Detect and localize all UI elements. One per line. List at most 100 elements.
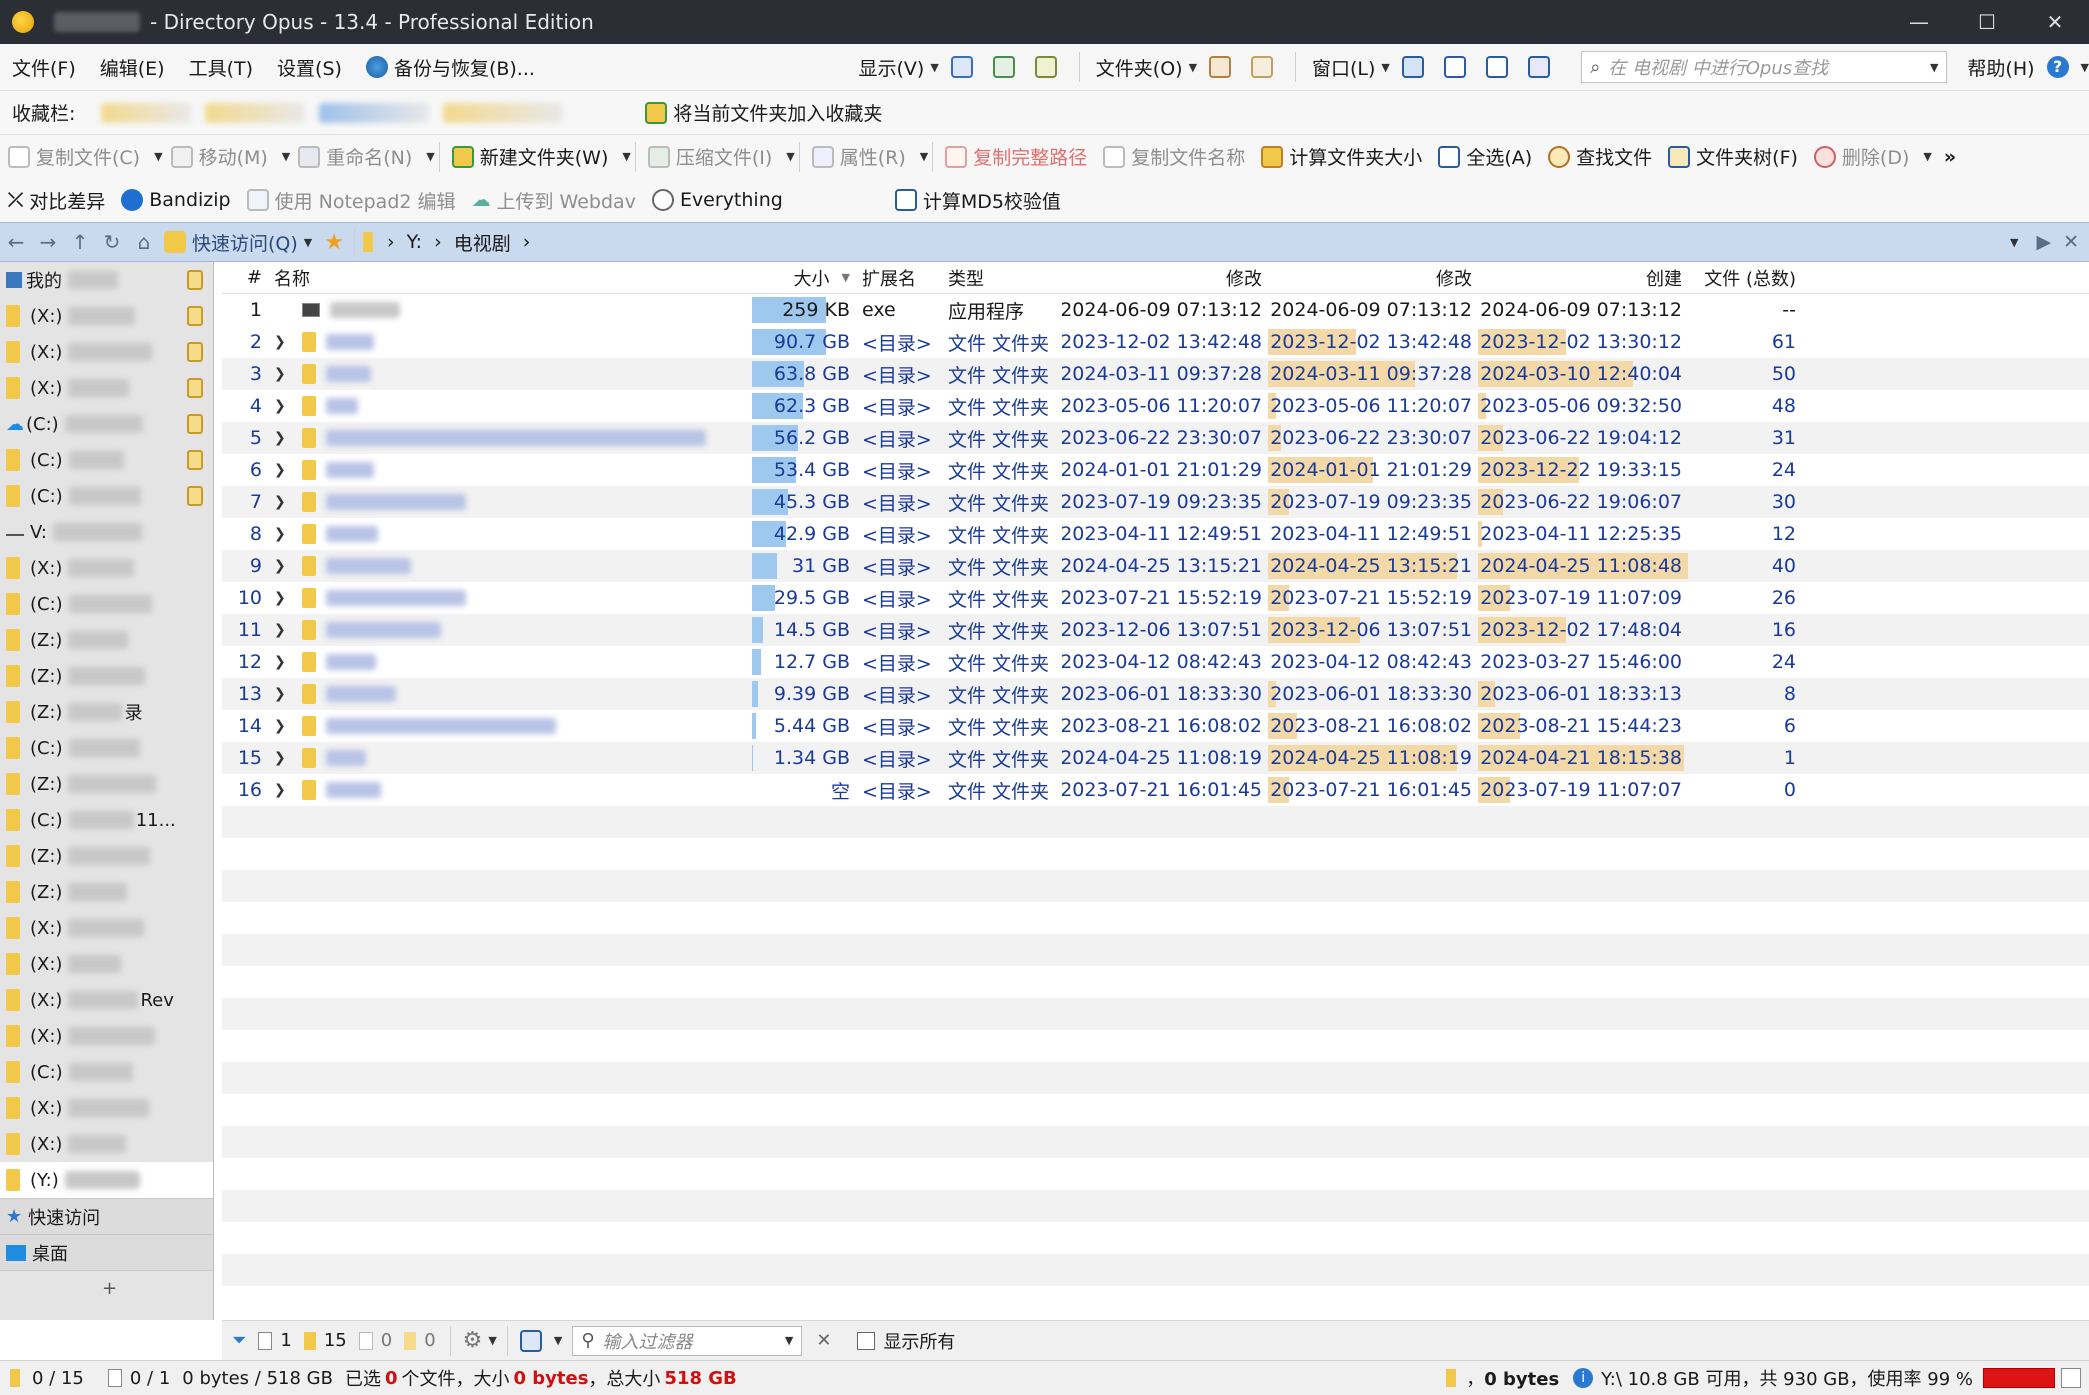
sidebar-item-drive[interactable]: (X:): [0, 946, 213, 982]
add-favorite-button[interactable]: 将当前文件夹加入收藏夹: [637, 91, 890, 135]
help-icon[interactable]: ?: [2046, 56, 2069, 78]
resize-grip-icon[interactable]: [2061, 1368, 2081, 1388]
delete-button[interactable]: 删除(D): [1806, 135, 1917, 179]
gear-icon[interactable]: ⚙: [463, 1328, 483, 1353]
breadcrumb-chevron[interactable]: ›: [387, 231, 395, 253]
sidebar-item-drive[interactable]: (X:): [0, 334, 213, 370]
menu-settings[interactable]: 设置(S): [265, 44, 354, 90]
sidebar-item-drive[interactable]: (X:): [0, 1090, 213, 1126]
expand-toggle[interactable]: [268, 294, 292, 326]
col-header-modified[interactable]: 修改: [1062, 262, 1268, 293]
expand-toggle[interactable]: ❯: [268, 742, 292, 774]
expand-toggle[interactable]: ❯: [268, 582, 292, 614]
menu-display[interactable]: 显示(V) ▼: [847, 44, 951, 90]
sidebar-item-drive[interactable]: (C:): [0, 730, 213, 766]
sidebar-item-drive[interactable]: (C:) 11...: [0, 802, 213, 838]
bandizip-button[interactable]: Bandizip: [113, 178, 238, 222]
sidebar-item-drive[interactable]: V:: [0, 514, 213, 550]
everything-button[interactable]: Everything: [644, 178, 791, 222]
expand-toggle[interactable]: ❯: [268, 678, 292, 710]
sidebar-item-drive[interactable]: (C:): [0, 442, 213, 478]
breadcrumb-chevron[interactable]: ›: [434, 231, 442, 253]
layout-2-icon[interactable]: [1443, 56, 1466, 78]
forward-arrow-icon[interactable]: →: [32, 223, 64, 261]
expand-toggle[interactable]: ❯: [268, 550, 292, 582]
filter-icon[interactable]: ⏷: [232, 1330, 246, 1351]
sidebar-item-drive[interactable]: (Z:): [0, 658, 213, 694]
webdav-button[interactable]: ☁ 上传到 Webdav: [464, 178, 644, 222]
sidebar-item-drive[interactable]: (C:): [0, 478, 213, 514]
chevron-down-icon[interactable]: ▼: [488, 1334, 496, 1347]
folder-tree-button[interactable]: 文件夹树(F): [1660, 135, 1806, 179]
sidebar-item-drive[interactable]: (X:): [0, 550, 213, 586]
star-icon[interactable]: ★: [324, 230, 344, 255]
sidebar-item-drive[interactable]: (Z:) 录: [0, 694, 213, 730]
chevron-down-icon[interactable]: ▼: [2081, 61, 2089, 74]
chevron-down-icon[interactable]: ▼: [154, 150, 162, 163]
menu-help[interactable]: 帮助(H): [1955, 44, 2046, 90]
select-all-button[interactable]: 全选(A): [1430, 135, 1540, 179]
maximize-button[interactable]: ☐: [1953, 0, 2021, 44]
file-row[interactable]: 2 ❯ 90.7 GB <目录> 文件 文件夹 2023-12-02 13:42:48 20…: [222, 326, 2089, 358]
dual-horizontal-icon[interactable]: [1209, 56, 1232, 78]
col-header-modified-age[interactable]: 修改: [1268, 262, 1478, 293]
expand-toggle[interactable]: ❯: [268, 710, 292, 742]
sidebar-item-drive[interactable]: (X:): [0, 298, 213, 334]
expand-toggle[interactable]: ❯: [268, 774, 292, 806]
menu-folder[interactable]: 文件夹(O) ▼: [1084, 44, 1209, 90]
file-row[interactable]: 4 ❯ 62.3 GB <目录> 文件 文件夹 2023-05-06 11:20:07 20…: [222, 390, 2089, 422]
favorite-item[interactable]: [443, 102, 564, 123]
layout-3-icon[interactable]: [1485, 56, 1508, 78]
file-row[interactable]: 7 ❯ 45.3 GB <目录> 文件 文件夹 2023-07-19 09:23:35 20…: [222, 486, 2089, 518]
up-arrow-icon[interactable]: ↑: [64, 223, 96, 261]
view-mode-icon[interactable]: [519, 1329, 542, 1352]
minimize-button[interactable]: —: [1885, 0, 1953, 44]
sidebar-item-drive[interactable]: (X:): [0, 910, 213, 946]
expand-toggle[interactable]: ❯: [268, 390, 292, 422]
col-header-size[interactable]: 大小 ▼: [752, 262, 856, 293]
file-row[interactable]: 5 ❯ 56.2 GB <目录> 文件 文件夹 2023-06-22 23:30:07 20…: [222, 422, 2089, 454]
new-folder-button[interactable]: 新建文件夹(W): [444, 135, 617, 179]
rename-button[interactable]: 重命名(N): [290, 135, 420, 179]
power-view-icon[interactable]: [992, 56, 1015, 78]
sidebar-item-drive[interactable]: (X:) Rev: [0, 982, 213, 1018]
expand-toggle[interactable]: ❯: [268, 454, 292, 486]
col-header-ext[interactable]: 扩展名: [856, 262, 942, 293]
sidebar-item-drive[interactable]: (X:): [0, 1018, 213, 1054]
thumbnails-view-icon[interactable]: [1034, 56, 1057, 78]
opus-search-input[interactable]: ⌕ 在 电视剧 中进行Opus查找 ▼: [1581, 51, 1948, 83]
file-row[interactable]: 15 ❯ 1.34 GB <目录> 文件 文件夹 2024-04-25 11:08:19 2…: [222, 742, 2089, 774]
expand-toggle[interactable]: ❯: [268, 358, 292, 390]
chevron-down-icon[interactable]: ▼: [282, 150, 290, 163]
breadcrumb-folder[interactable]: 电视剧: [454, 229, 511, 256]
show-all-checkbox[interactable]: [857, 1331, 876, 1350]
refresh-icon[interactable]: ↻: [96, 223, 128, 261]
file-row[interactable]: 6 ❯ 53.4 GB <目录> 文件 文件夹 2024-01-01 21:01:29 20…: [222, 454, 2089, 486]
file-row[interactable]: 12 ❯ 12.7 GB <目录> 文件 文件夹 2023-04-12 08:42:43 2…: [222, 646, 2089, 678]
sidebar-item-drive[interactable]: ☁ (C:): [0, 406, 213, 442]
sidebar-item-quick-access[interactable]: ★ 快速访问: [0, 1198, 213, 1234]
pin-icon[interactable]: ▶: [2036, 231, 2051, 253]
sidebar-item-drive[interactable]: (Z:): [0, 838, 213, 874]
col-header-type[interactable]: 类型: [942, 262, 1062, 293]
chevron-down-icon[interactable]: ▼: [426, 150, 434, 163]
file-row[interactable]: 16 ❯ 空 <目录> 文件 文件夹 2023-07-21 16:01:45 2023-07…: [222, 774, 2089, 806]
sidebar-item-desktop[interactable]: 桌面: [0, 1234, 213, 1270]
col-header-created[interactable]: 创建: [1478, 262, 1688, 293]
copy-name-button[interactable]: 复制文件名称: [1095, 135, 1253, 179]
chevron-down-icon[interactable]: ▼: [1923, 150, 1931, 163]
quick-access-dropdown[interactable]: 快速访问(Q) ▼: [160, 223, 316, 261]
breadcrumb-drive[interactable]: Y:: [407, 231, 422, 253]
back-arrow-icon[interactable]: ←: [0, 223, 32, 261]
sidebar-item-drive[interactable]: (Z:): [0, 874, 213, 910]
expand-toggle[interactable]: ❯: [268, 422, 292, 454]
expand-toggle[interactable]: ❯: [268, 326, 292, 358]
col-header-name[interactable]: 名称: [268, 262, 752, 293]
sidebar-item-drive[interactable]: (X:): [0, 1126, 213, 1162]
chevron-down-icon[interactable]: ▼: [786, 150, 794, 163]
file-row[interactable]: 8 ❯ 42.9 GB <目录> 文件 文件夹 2023-04-11 12:49:51 20…: [222, 518, 2089, 550]
expand-toggle[interactable]: ❯: [268, 486, 292, 518]
empty-area[interactable]: [222, 806, 2089, 1318]
md5-button[interactable]: 计算MD5校验值: [887, 178, 1069, 222]
sidebar-item-drive[interactable]: (X:): [0, 370, 213, 406]
